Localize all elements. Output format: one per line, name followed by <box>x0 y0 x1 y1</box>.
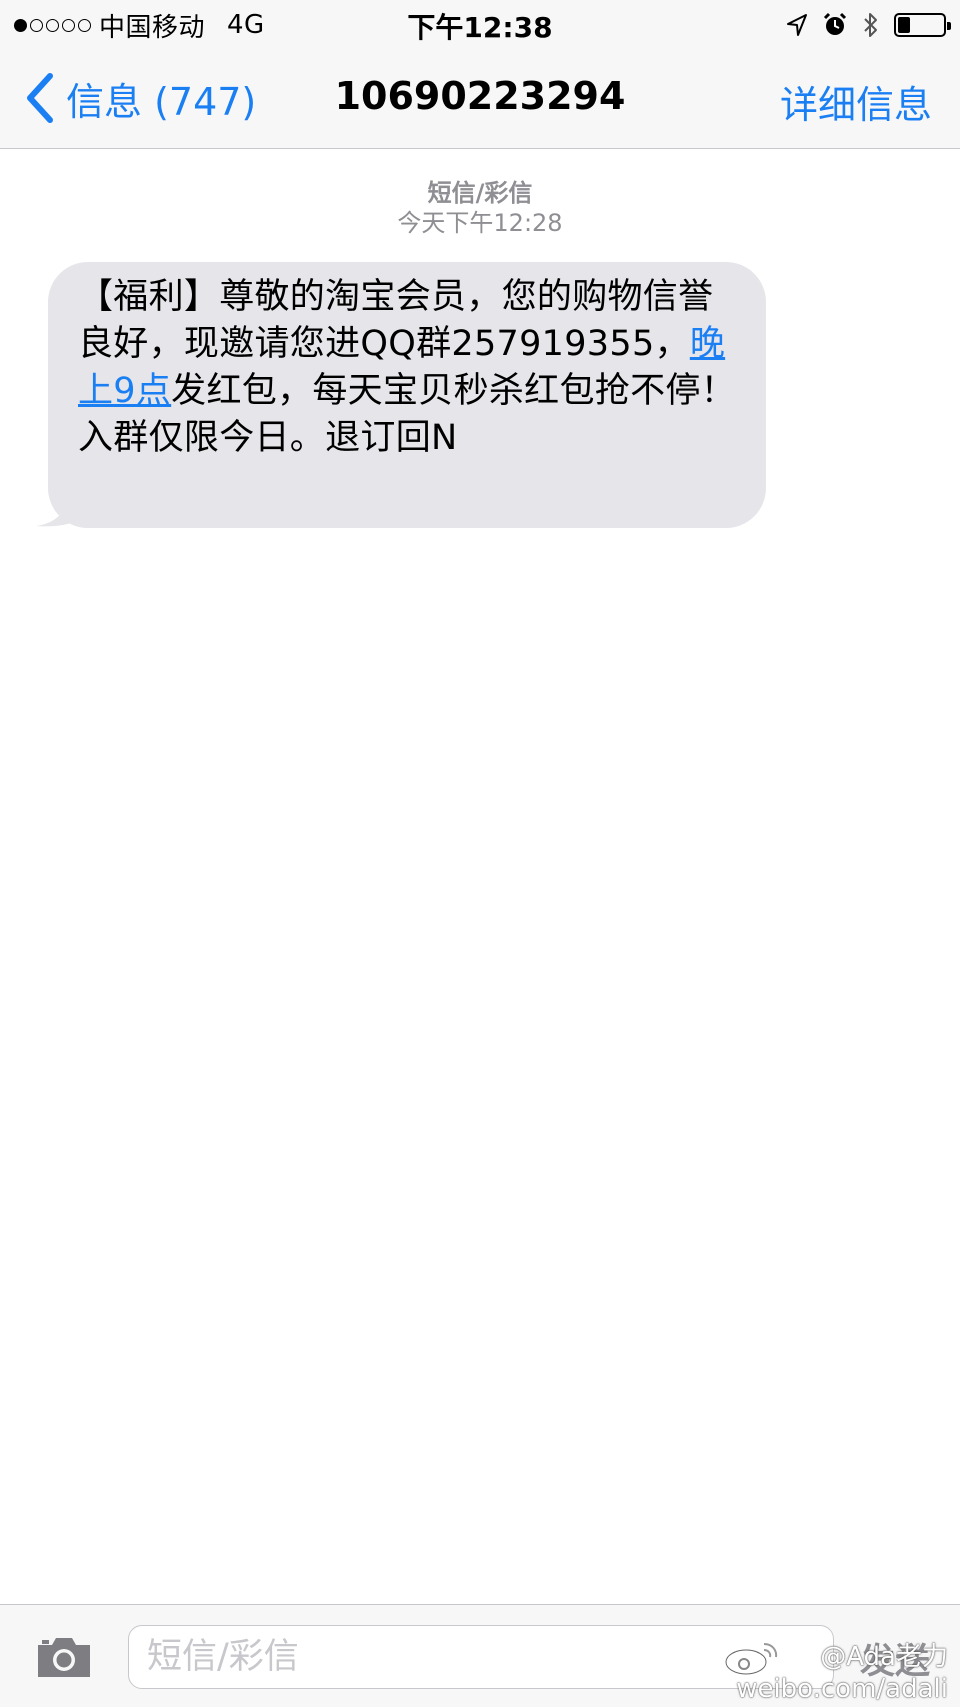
chevron-left-icon <box>27 73 53 123</box>
details-button[interactable]: 详细信息 <box>780 74 932 129</box>
back-button-label: 信息 (747) <box>66 79 257 124</box>
message-timestamp: 今天下午12:28 <box>397 209 563 237</box>
bluetooth-icon <box>864 13 877 37</box>
message-kind-label: 短信/彩信 <box>427 179 533 207</box>
watermark-url: weibo.com/adali <box>736 1674 948 1704</box>
message-header: 短信/彩信 今天下午12:28 <box>0 178 960 238</box>
camera-icon[interactable] <box>34 1633 94 1681</box>
back-button[interactable]: 信息 (747) <box>24 70 256 126</box>
navigation-bar: 信息 (747) 10690223294 详细信息 <box>0 50 960 149</box>
battery-icon <box>894 13 951 37</box>
message-text-start: 【福利】尊敬的淘宝会员，您的购物信誉良好，现邀请您进QQ群257919355， <box>78 277 714 364</box>
location-arrow-icon <box>787 14 807 36</box>
status-right <box>786 8 951 42</box>
status-bar: 中国移动 4G 下午12:38 <box>0 0 960 50</box>
watermark: @Ada老力 weibo.com/adali <box>652 1640 952 1706</box>
alarm-icon <box>823 12 847 35</box>
watermark-handle: @Ada老力 <box>820 1642 948 1672</box>
weibo-logo-icon <box>724 1643 778 1676</box>
message-bubble: 【福利】尊敬的淘宝会员，您的购物信誉良好，现邀请您进QQ群257919355，晚… <box>48 262 766 528</box>
message-text-end: 发红包，每天宝贝秒杀红包抢不停！入群仅限今日。退订回N <box>78 371 736 458</box>
incoming-message[interactable]: 【福利】尊敬的淘宝会员，您的购物信誉良好，现邀请您进QQ群257919355，晚… <box>36 262 766 528</box>
